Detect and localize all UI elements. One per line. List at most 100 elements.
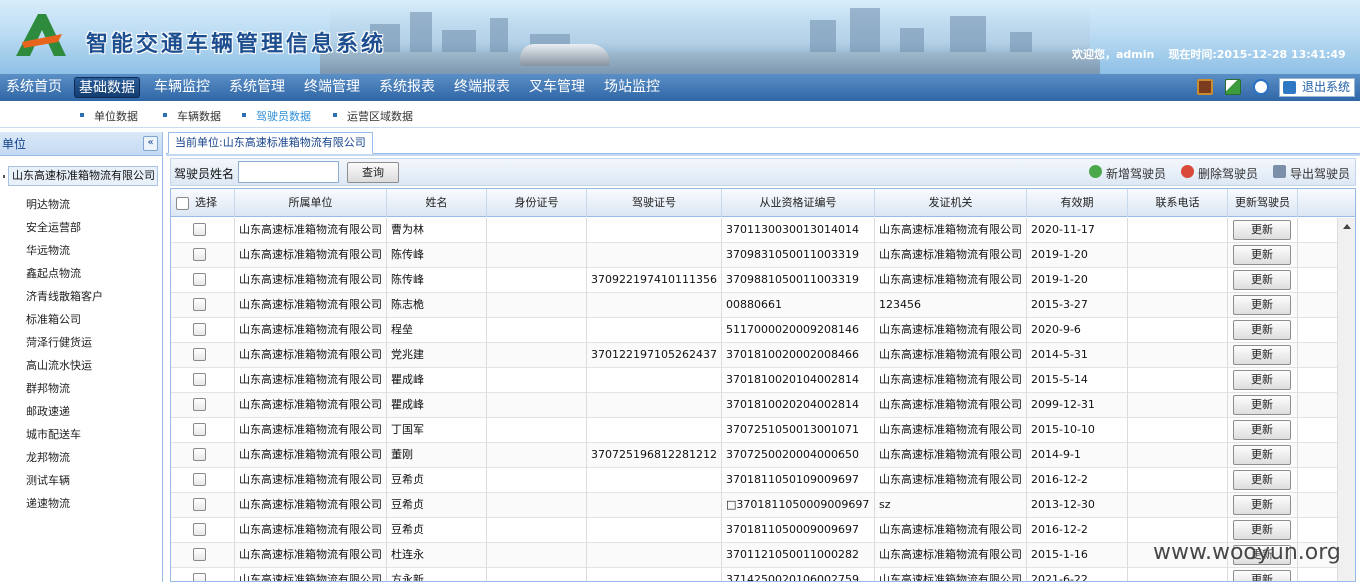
export-driver-button[interactable]: 导出驾驶员 [1273,165,1350,182]
update-driver-button[interactable]: 更新 [1233,520,1291,540]
book-icon[interactable] [1197,79,1213,95]
logout-button[interactable]: 退出系统 [1279,78,1355,97]
tree-item[interactable]: 高山流水快运 [26,357,92,373]
row-checkbox[interactable] [193,223,206,236]
table-row[interactable]: 山东高速标准箱物流有限公司 陈传峰 3709831050011003319 山东高速标… [171,243,1337,268]
row-checkbox[interactable] [193,548,206,561]
subnav-driver-data[interactable]: 驾驶员数据 [242,108,311,124]
collapse-icon[interactable]: « [143,136,158,151]
table-row[interactable]: 山东高速标准箱物流有限公司 程垒 5117000020009208146 山东高速标准… [171,318,1337,343]
tree-item[interactable]: 华远物流 [26,242,70,258]
column-update[interactable]: 更新驾驶员 [1228,189,1298,217]
unit-panel-header: 单位 « [0,132,162,156]
tree-item[interactable]: 安全运营部 [26,219,81,235]
nav-item-system-admin[interactable]: 系统管理 [225,77,289,98]
subnav-unit-data[interactable]: 单位数据 [80,108,138,124]
current-unit-tab[interactable]: 当前单位:山东高速标准箱物流有限公司 [168,132,373,154]
update-driver-button[interactable]: 更新 [1233,295,1291,315]
update-driver-button[interactable]: 更新 [1233,470,1291,490]
nav-item-terminal-admin[interactable]: 终端管理 [300,77,364,98]
column-select[interactable]: 选择 [171,189,235,217]
tree-item[interactable]: 群邦物流 [26,380,70,396]
row-checkbox[interactable] [193,498,206,511]
cell-license: 370122197105262437 [587,343,722,368]
add-driver-button[interactable]: 新增驾驶员 [1089,165,1166,182]
subnav-vehicle-data[interactable]: 车辆数据 [163,108,221,124]
tree-item[interactable]: 标准箱公司 [26,311,81,327]
table-row[interactable]: 山东高速标准箱物流有限公司 陈传峰 370922197410111356 370988… [171,268,1337,293]
select-all-checkbox[interactable] [176,197,189,210]
column-phone[interactable]: 联系电话 [1128,189,1228,217]
update-driver-button[interactable]: 更新 [1233,395,1291,415]
row-checkbox[interactable] [193,473,206,486]
query-button[interactable]: 查询 [347,162,399,183]
table-row[interactable]: 山东高速标准箱物流有限公司 瞿成峰 3701810020104002814 山东高速标… [171,368,1337,393]
row-checkbox[interactable] [193,448,206,461]
grid-scrollbar[interactable] [1337,218,1355,581]
scroll-up-icon[interactable] [1343,224,1351,229]
table-row[interactable]: 山东高速标准箱物流有限公司 董刚 370725196812281212 3707250… [171,443,1337,468]
table-row[interactable]: 山东高速标准箱物流有限公司 党兆建 370122197105262437 370181… [171,343,1337,368]
tree-item[interactable]: 城市配送车 [26,426,81,442]
update-driver-button[interactable]: 更新 [1233,270,1291,290]
table-row[interactable]: 山东高速标准箱物流有限公司 瞿成峰 3701810020204002814 山东高速标… [171,393,1337,418]
subnav-area-data[interactable]: 运营区域数据 [333,108,413,124]
update-driver-button[interactable]: 更新 [1233,420,1291,440]
row-checkbox[interactable] [193,273,206,286]
update-driver-button[interactable]: 更新 [1233,245,1291,265]
update-driver-button[interactable]: 更新 [1233,370,1291,390]
table-row[interactable]: 山东高速标准箱物流有限公司 豆希贞 □3701811050009009697 sz 20… [171,493,1337,518]
table-row[interactable]: 山东高速标准箱物流有限公司 方永新 3714250020106002759 山东高速标… [171,568,1337,581]
driver-name-input[interactable] [238,161,339,183]
column-unit[interactable]: 所属单位 [235,189,387,217]
row-checkbox[interactable] [193,523,206,536]
row-checkbox[interactable] [193,348,206,361]
nav-item-forklift-admin[interactable]: 叉车管理 [525,77,589,98]
table-row[interactable]: 山东高速标准箱物流有限公司 豆希贞 3701811050109009697 山东高速标… [171,468,1337,493]
column-qualification[interactable]: 从业资格证编号 [722,189,875,217]
update-driver-button[interactable]: 更新 [1233,345,1291,365]
tree-item[interactable]: 龙邦物流 [26,449,70,465]
nav-item-terminal-report[interactable]: 终端报表 [450,77,514,98]
row-checkbox[interactable] [193,398,206,411]
row-checkbox[interactable] [193,248,206,261]
column-issuer[interactable]: 发证机关 [875,189,1027,217]
tree-item[interactable]: 鑫起点物流 [26,265,81,281]
row-checkbox[interactable] [193,573,206,581]
update-driver-button[interactable]: 更新 [1233,445,1291,465]
nav-item-vehicle-monitor[interactable]: 车辆监控 [150,77,214,98]
column-license[interactable]: 驾驶证号 [587,189,722,217]
nav-item-station-monitor[interactable]: 场站监控 [600,77,664,98]
cell-qualification: 3714250020106002759 [722,568,875,581]
tree-item[interactable]: 邮政速递 [26,403,70,419]
arrow-up-icon[interactable] [1253,79,1269,95]
tree-item[interactable]: 济青线散箱客户 [26,288,103,304]
table-row[interactable]: 山东高速标准箱物流有限公司 陈志桅 00880661 123456 2015-3-27 更… [171,293,1337,318]
nav-item-home[interactable]: 系统首页 [2,77,66,98]
update-driver-button[interactable]: 更新 [1233,495,1291,515]
window-icon[interactable] [1225,79,1241,95]
cell-name: 豆希贞 [387,493,487,518]
nav-item-basic-data[interactable]: 基础数据 [74,77,140,98]
nav-item-system-report[interactable]: 系统报表 [375,77,439,98]
column-id-number[interactable]: 身份证号 [487,189,587,217]
column-validity[interactable]: 有效期 [1027,189,1128,217]
tree-root-node[interactable]: 山东高速标准箱物流有限公司 [3,166,158,186]
tree-item[interactable]: 菏泽行健货运 [26,334,92,350]
cell-phone [1128,343,1228,368]
row-checkbox[interactable] [193,298,206,311]
cell-id-number [487,543,587,568]
row-checkbox[interactable] [193,373,206,386]
update-driver-button[interactable]: 更新 [1233,320,1291,340]
delete-driver-button[interactable]: 删除驾驶员 [1181,165,1258,182]
update-driver-button[interactable]: 更新 [1233,570,1291,581]
column-name[interactable]: 姓名 [387,189,487,217]
row-checkbox[interactable] [193,423,206,436]
table-row[interactable]: 山东高速标准箱物流有限公司 曹为林 3701130030013014014 山东高速标… [171,218,1337,243]
update-driver-button[interactable]: 更新 [1233,220,1291,240]
tree-item[interactable]: 明达物流 [26,196,70,212]
tree-item[interactable]: 递速物流 [26,495,70,511]
tree-item[interactable]: 测试车辆 [26,472,70,488]
row-checkbox[interactable] [193,323,206,336]
table-row[interactable]: 山东高速标准箱物流有限公司 丁国军 3707251050013001071 山东高速标… [171,418,1337,443]
